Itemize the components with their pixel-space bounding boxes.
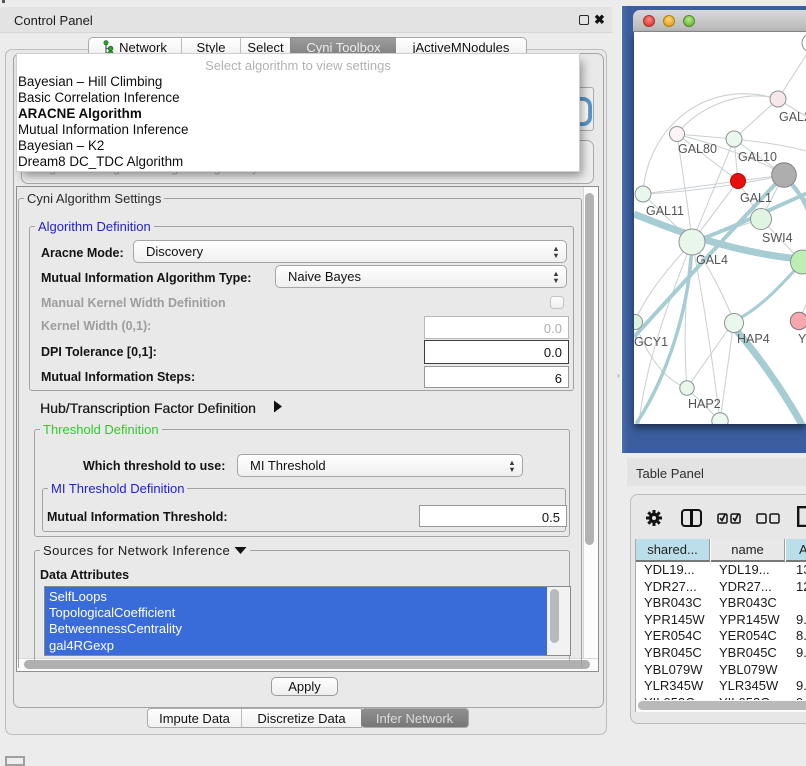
svg-text:GAL10: GAL10 [738, 150, 777, 164]
svg-text:HAP2: HAP2 [688, 397, 721, 411]
svg-text:GAL1: GAL1 [740, 191, 772, 205]
svg-text:GAL11: GAL11 [646, 204, 684, 218]
svg-text:GAL2: GAL2 [779, 110, 806, 124]
svg-text:YE: YE [798, 332, 806, 346]
svg-text:SWI4: SWI4 [762, 231, 793, 245]
svg-text:HAP4: HAP4 [737, 332, 770, 346]
svg-text:GCY1: GCY1 [634, 335, 668, 349]
svg-text:GAL4: GAL4 [696, 253, 728, 267]
svg-text:GAL80: GAL80 [678, 142, 717, 156]
